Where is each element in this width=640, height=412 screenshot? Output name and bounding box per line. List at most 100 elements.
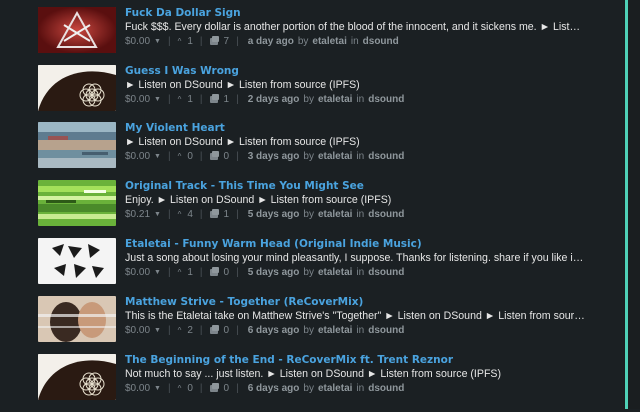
post-item: The Beginning of the End - ReCoverMix ft… — [0, 354, 620, 412]
comment-count[interactable]: 0 — [224, 151, 230, 162]
upvote-icon[interactable]: ^ — [178, 95, 182, 104]
post-author[interactable]: etaletai — [318, 383, 352, 394]
post-category[interactable]: dsound — [368, 209, 404, 220]
post-category[interactable]: dsound — [368, 383, 404, 394]
upvote-icon[interactable]: ^ — [178, 37, 182, 46]
payout-value[interactable]: $0.00 — [125, 325, 150, 336]
comment-count[interactable]: 0 — [224, 383, 230, 394]
post-time[interactable]: 2 days ago — [248, 94, 300, 105]
post-excerpt[interactable]: Just a song about losing your mind pleas… — [125, 252, 585, 264]
post-excerpt[interactable]: Not much to say ... just listen. ► Liste… — [125, 368, 585, 380]
post-title[interactable]: Etaletai - Funny Warm Head (Original Ind… — [125, 238, 422, 250]
upvote-icon[interactable]: ^ — [178, 384, 182, 393]
comment-icon[interactable] — [209, 383, 219, 392]
by-label: by — [303, 209, 314, 220]
by-label: by — [303, 383, 314, 394]
vote-count[interactable]: 1 — [187, 36, 193, 47]
upvote-icon[interactable]: ^ — [178, 210, 182, 219]
comment-icon[interactable] — [209, 94, 219, 103]
post-meta: $0.00 ▼ | ^ 1 | 7 | a day ago by etaleta… — [125, 36, 399, 47]
post-item: Original Track - This Time You Might See… — [0, 180, 620, 238]
payout-value[interactable]: $0.00 — [125, 267, 150, 278]
comment-icon[interactable] — [209, 267, 219, 276]
payout-value[interactable]: $0.00 — [125, 151, 150, 162]
post-thumbnail[interactable] — [38, 65, 116, 111]
post-time[interactable]: 3 days ago — [248, 151, 300, 162]
post-title[interactable]: Matthew Strive - Together (ReCoverMix) — [125, 296, 363, 308]
chevron-down-icon[interactable]: ▼ — [154, 269, 161, 276]
chevron-down-icon[interactable]: ▼ — [154, 96, 161, 103]
comment-count[interactable]: 1 — [224, 209, 230, 220]
upvote-icon[interactable]: ^ — [178, 268, 182, 277]
post-title[interactable]: Original Track - This Time You Might See — [125, 180, 364, 192]
post-time[interactable]: a day ago — [248, 36, 294, 47]
post-thumbnail[interactable] — [38, 296, 116, 342]
chevron-down-icon[interactable]: ▼ — [154, 327, 161, 334]
post-category[interactable]: dsound — [368, 267, 404, 278]
upvote-icon[interactable]: ^ — [178, 326, 182, 335]
post-category[interactable]: dsound — [368, 151, 404, 162]
chevron-down-icon[interactable]: ▼ — [154, 211, 161, 218]
post-thumbnail[interactable] — [38, 238, 116, 284]
payout-value[interactable]: $0.00 — [125, 94, 150, 105]
post-author[interactable]: etaletai — [318, 151, 352, 162]
post-item: Guess I Was Wrong ► Listen on DSound ► L… — [0, 65, 620, 123]
post-title[interactable]: Guess I Was Wrong — [125, 65, 239, 77]
vote-count[interactable]: 0 — [187, 151, 193, 162]
post-excerpt[interactable]: Enjoy. ► Listen on DSound ► Listen from … — [125, 194, 585, 206]
post-author[interactable]: etaletai — [318, 209, 352, 220]
post-thumbnail[interactable] — [38, 180, 116, 226]
vote-count[interactable]: 1 — [187, 267, 193, 278]
post-author[interactable]: etaletai — [318, 267, 352, 278]
comment-count[interactable]: 0 — [224, 267, 230, 278]
divider: | — [167, 383, 171, 394]
post-title[interactable]: The Beginning of the End - ReCoverMix ft… — [125, 354, 453, 366]
in-label: in — [356, 325, 365, 336]
vote-count[interactable]: 1 — [187, 94, 193, 105]
comment-count[interactable]: 7 — [224, 36, 230, 47]
post-thumbnail[interactable] — [38, 354, 116, 400]
vote-count[interactable]: 2 — [187, 325, 193, 336]
post-category[interactable]: dsound — [368, 94, 404, 105]
post-excerpt[interactable]: Fuck $$$. Every dollar is another portio… — [125, 21, 585, 33]
in-label: in — [350, 36, 359, 47]
comment-count[interactable]: 1 — [224, 94, 230, 105]
post-title[interactable]: Fuck Da Dollar Sign — [125, 7, 241, 19]
chevron-down-icon[interactable]: ▼ — [154, 153, 161, 160]
post-author[interactable]: etaletai — [318, 94, 352, 105]
upvote-icon[interactable]: ^ — [178, 152, 182, 161]
post-item: Matthew Strive - Together (ReCoverMix) T… — [0, 296, 620, 354]
chevron-down-icon[interactable]: ▼ — [154, 385, 161, 392]
payout-value[interactable]: $0.00 — [125, 36, 150, 47]
post-meta: $0.00 ▼ | ^ 1 | 0 | 5 days ago by etalet… — [125, 267, 404, 278]
in-label: in — [356, 209, 365, 220]
post-thumbnail[interactable] — [38, 7, 116, 53]
payout-value[interactable]: $0.00 — [125, 383, 150, 394]
vote-count[interactable]: 0 — [187, 383, 193, 394]
payout-value[interactable]: $0.21 — [125, 209, 150, 220]
post-title[interactable]: My Violent Heart — [125, 122, 225, 134]
divider: | — [167, 36, 171, 47]
divider: | — [167, 325, 171, 336]
comment-icon[interactable] — [209, 36, 219, 45]
post-excerpt[interactable]: This is the Etaletai take on Matthew Str… — [125, 310, 585, 322]
accent-scrollbar[interactable] — [625, 0, 628, 409]
comment-icon[interactable] — [209, 325, 219, 334]
post-excerpt[interactable]: ► Listen on DSound ► Listen from source … — [125, 79, 585, 91]
post-time[interactable]: 6 days ago — [248, 325, 300, 336]
post-excerpt[interactable]: ► Listen on DSound ► Listen from source … — [125, 136, 585, 148]
comment-icon[interactable] — [209, 151, 219, 160]
post-category[interactable]: dsound — [363, 36, 399, 47]
post-author[interactable]: etaletai — [318, 325, 352, 336]
post-time[interactable]: 6 days ago — [248, 383, 300, 394]
post-category[interactable]: dsound — [368, 325, 404, 336]
post-time[interactable]: 5 days ago — [248, 209, 300, 220]
comment-icon[interactable] — [209, 209, 219, 218]
post-time[interactable]: 5 days ago — [248, 267, 300, 278]
post-author[interactable]: etaletai — [312, 36, 346, 47]
vote-count[interactable]: 4 — [187, 209, 193, 220]
divider: | — [236, 383, 239, 394]
comment-count[interactable]: 0 — [224, 325, 230, 336]
chevron-down-icon[interactable]: ▼ — [154, 38, 161, 45]
post-thumbnail[interactable] — [38, 122, 116, 168]
